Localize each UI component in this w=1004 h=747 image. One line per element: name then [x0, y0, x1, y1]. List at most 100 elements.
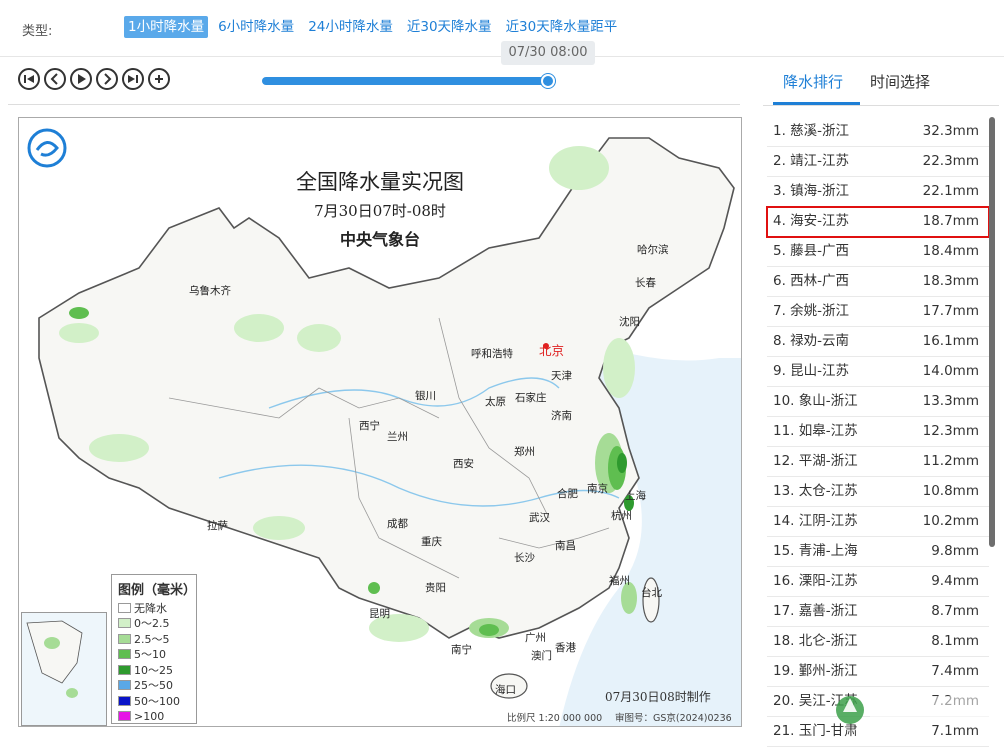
precip-value: 22.3mm — [922, 153, 979, 169]
ranking-item[interactable]: 3. 镇海-浙江 22.1mm — [767, 177, 989, 207]
ranking-item[interactable]: 1. 慈溪-浙江 32.3mm — [767, 117, 989, 147]
city-label: 哈尔滨 — [637, 244, 669, 256]
city-label: 上海 — [625, 490, 646, 502]
slider-timestamp: 07/30 08:00 — [501, 41, 595, 65]
legend-swatch — [118, 711, 131, 722]
station-name: 7. 余姚-浙江 — [773, 303, 850, 319]
ranking-item[interactable]: 13. 太仓-江苏 10.8mm — [767, 477, 989, 507]
ranking-panel: 降水排行 时间选择 1. 慈溪-浙江 32.3mm 2. 靖江-江苏 22.3mm 3.… — [763, 57, 1004, 747]
watermark-logo — [836, 696, 996, 724]
ranking-item[interactable]: 15. 青浦-上海 9.8mm — [767, 537, 989, 567]
tab-24h-precip[interactable]: 24小时降水量 — [304, 16, 397, 38]
station-name: 16. 溧阳-江苏 — [773, 573, 858, 589]
city-label: 杭州 — [611, 510, 632, 522]
ranking-item[interactable]: 10. 象山-浙江 13.3mm — [767, 387, 989, 417]
ranking-list: 1. 慈溪-浙江 32.3mm 2. 靖江-江苏 22.3mm 3. 镇海-浙江 22.1… — [766, 117, 990, 747]
precip-value: 32.3mm — [922, 123, 979, 139]
city-label: 西安 — [453, 458, 474, 470]
precip-map[interactable]: 全国降水量实况图 7月30日07时-08时 中央气象台 乌鲁木齐 哈尔滨 长春 … — [18, 117, 742, 727]
precip-value: 18.4mm — [922, 243, 979, 259]
city-label: 天津 — [551, 370, 572, 382]
city-label: 银川 — [415, 390, 436, 402]
prev-icon[interactable] — [44, 68, 66, 90]
legend-label: 25～50 — [134, 679, 173, 693]
ranking-item[interactable]: 4. 海安-江苏 18.7mm — [766, 206, 990, 238]
play-icon[interactable] — [70, 68, 92, 90]
scale-text: 比例尺 1:20 000 000 — [507, 713, 603, 724]
legend-swatch — [118, 695, 131, 706]
south-sea-inset — [21, 612, 107, 726]
type-label: 类型: — [22, 24, 53, 39]
city-label: 贵阳 — [425, 582, 446, 594]
precip-value: 9.8mm — [931, 543, 979, 559]
precip-value: 22.1mm — [922, 183, 979, 199]
city-label: 澳门 — [531, 650, 552, 662]
ranking-item[interactable]: 8. 禄劝-云南 16.1mm — [767, 327, 989, 357]
city-label: 广州 — [525, 632, 546, 644]
tab-6h-precip[interactable]: 6小时降水量 — [214, 16, 298, 38]
ranking-item[interactable]: 2. 靖江-江苏 22.3mm — [767, 147, 989, 177]
legend-row: 无降水 — [118, 600, 190, 616]
ranking-item[interactable]: 9. 昆山-江苏 14.0mm — [767, 357, 989, 387]
ranking-item[interactable]: 7. 余姚-浙江 17.7mm — [767, 297, 989, 327]
ranking-item[interactable]: 16. 溧阳-江苏 9.4mm — [767, 567, 989, 597]
station-name: 15. 青浦-上海 — [773, 543, 858, 559]
tab-ranking[interactable]: 降水排行 — [783, 71, 843, 92]
precip-value: 8.1mm — [931, 633, 979, 649]
city-label: 呼和浩特 — [471, 348, 513, 360]
nmc-logo — [27, 128, 67, 168]
legend-label: 无降水 — [134, 601, 167, 615]
next-icon[interactable] — [96, 68, 118, 90]
ranking-item[interactable]: 12. 平湖-浙江 11.2mm — [767, 447, 989, 477]
city-label: 昆明 — [369, 608, 390, 620]
city-label: 香港 — [555, 642, 576, 654]
divider — [8, 104, 740, 105]
city-label: 南京 — [587, 483, 608, 495]
scrollbar[interactable] — [989, 117, 995, 547]
ranking-item[interactable]: 17. 嘉善-浙江 8.7mm — [767, 597, 989, 627]
tab-30d-precip[interactable]: 近30天降水量 — [403, 16, 496, 38]
ranking-item[interactable]: 14. 江阴-江苏 10.2mm — [767, 507, 989, 537]
last-icon[interactable] — [122, 68, 144, 90]
legend-label: 10～25 — [134, 663, 173, 677]
precip-value: 14.0mm — [922, 363, 979, 379]
precip-value: 9.4mm — [931, 573, 979, 589]
precip-value: 11.2mm — [922, 453, 979, 469]
legend-row: 25～50 — [118, 678, 190, 694]
ranking-item[interactable]: 11. 如皋-江苏 12.3mm — [767, 417, 989, 447]
city-label: 长春 — [635, 277, 656, 289]
ranking-tabs: 降水排行 时间选择 — [763, 57, 999, 106]
station-name: 19. 鄞州-浙江 — [773, 663, 858, 679]
type-tabs: 1小时降水量 6小时降水量 24小时降水量 近30天降水量 近30天降水量距平 — [124, 16, 621, 38]
map-subtitle: 7月30日07时-08时 — [314, 202, 446, 220]
station-name: 2. 靖江-江苏 — [773, 153, 850, 169]
legend-swatch — [118, 602, 131, 613]
precip-value: 13.3mm — [922, 393, 979, 409]
tab-1h-precip[interactable]: 1小时降水量 — [124, 16, 209, 38]
legend-label: 0～2.5 — [134, 617, 170, 631]
ranking-item[interactable]: 18. 北仑-浙江 8.1mm — [767, 627, 989, 657]
legend: 图例（毫米） 无降水 0～2.5 2.5～5 5～10 10～25 25～50 50～100… — [111, 574, 197, 724]
tab-time-select[interactable]: 时间选择 — [870, 71, 930, 92]
precip-value: 17.7mm — [922, 303, 979, 319]
ranking-item[interactable]: 6. 西林-广西 18.3mm — [767, 267, 989, 297]
city-label: 合肥 — [557, 488, 578, 500]
station-name: 12. 平湖-浙江 — [773, 453, 858, 469]
city-label: 成都 — [387, 518, 408, 530]
first-icon[interactable] — [18, 68, 40, 90]
station-name: 1. 慈溪-浙江 — [773, 123, 850, 139]
tab-30d-anomaly[interactable]: 近30天降水量距平 — [502, 16, 622, 38]
city-label: 拉萨 — [207, 520, 228, 532]
legend-row: 50～100 — [118, 693, 190, 709]
station-name: 5. 藤县-广西 — [773, 243, 850, 259]
time-slider-track[interactable] — [262, 77, 548, 85]
ranking-item[interactable]: 5. 藤县-广西 18.4mm — [767, 237, 989, 267]
zoom-in-icon[interactable] — [148, 68, 170, 90]
legend-label: >100 — [134, 709, 165, 723]
precip-value: 10.8mm — [922, 483, 979, 499]
legend-label: 2.5～5 — [134, 632, 170, 646]
legend-row: >100 — [118, 709, 190, 725]
legend-swatch — [118, 680, 131, 691]
time-slider-thumb[interactable] — [541, 74, 555, 88]
ranking-item[interactable]: 19. 鄞州-浙江 7.4mm — [767, 657, 989, 687]
